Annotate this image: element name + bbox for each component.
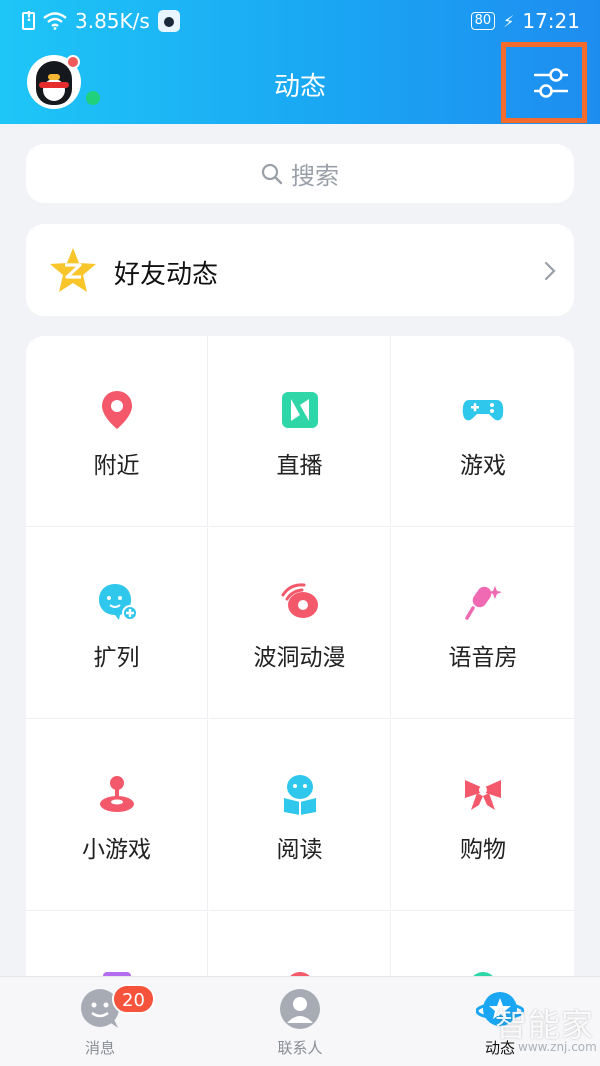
bow-icon: [465, 780, 501, 810]
grid-item-shopping[interactable]: 购物: [392, 720, 574, 911]
add-friend-icon: [98, 584, 138, 621]
grid-item-nearby[interactable]: 附近: [26, 336, 208, 527]
grid-item-bodong-comics[interactable]: 波洞动漫: [209, 528, 391, 719]
filter-settings-button[interactable]: [501, 42, 587, 123]
feed-title: 好友动态: [114, 260, 219, 290]
clock: 17:21: [522, 9, 580, 33]
grid-item-games[interactable]: 游戏: [392, 336, 574, 527]
charging-icon: ⚡: [503, 11, 515, 31]
grid-item-live[interactable]: 直播: [209, 336, 391, 527]
grid-item-kuolie[interactable]: 扩列: [26, 528, 208, 719]
battery-icon: 80: [470, 12, 496, 30]
grid-item-label: 扩列: [93, 645, 140, 671]
wifi-icon: [43, 12, 67, 30]
grid-item-label: 语音房: [448, 645, 518, 671]
status-right: 80 ⚡ 17:21: [470, 9, 580, 33]
grid-item-label: 直播: [276, 453, 323, 479]
grid-item-label: 小游戏: [82, 837, 151, 863]
grid-item-mini-games[interactable]: 小游戏: [26, 720, 208, 911]
live-icon: [281, 392, 318, 428]
watermark-url: www.znj.com: [518, 1040, 597, 1054]
comic-planet-icon: [281, 583, 318, 618]
qzone-star-icon: [50, 248, 96, 292]
unread-badge: 20: [112, 984, 155, 1014]
search-icon: [261, 163, 283, 184]
grid-item-label: 波洞动漫: [253, 645, 346, 671]
feature-grid: 附近 直播 游戏 扩列 波洞动漫 语音房 小游戏 阅读 购物: [26, 336, 574, 1036]
app-notification-icon: [157, 10, 180, 32]
status-bar: 3.85K/s 80 ⚡ 17:21: [0, 0, 600, 42]
sliders-icon: [534, 68, 568, 98]
grid-item-reading[interactable]: 阅读: [209, 720, 391, 911]
location-pin-icon: [101, 391, 132, 429]
alert-icon: [22, 10, 35, 30]
grid-item-label: 购物: [460, 837, 506, 863]
grid-item-label: 游戏: [460, 453, 506, 479]
network-speed: 3.85K/s: [75, 9, 150, 33]
search-bar[interactable]: 搜索: [26, 144, 574, 203]
friend-feed-row[interactable]: 好友动态: [26, 224, 574, 316]
microphone-icon: [465, 586, 502, 620]
contacts-icon: [280, 989, 320, 1029]
grid-item-voice-room[interactable]: 语音房: [392, 528, 574, 719]
joystick-icon: [99, 776, 134, 812]
reading-icon: [283, 775, 316, 815]
tab-label: 消息: [84, 1039, 115, 1057]
chevron-right-icon: [544, 261, 556, 281]
header: 3.85K/s 80 ⚡ 17:21 动态: [0, 0, 600, 124]
search-placeholder: 搜索: [291, 162, 339, 190]
tab-label: 联系人: [277, 1039, 323, 1057]
gamepad-icon: [462, 400, 504, 421]
grid-item-label: 阅读: [276, 837, 323, 863]
status-left: 3.85K/s: [22, 9, 180, 33]
grid-item-label: 附近: [93, 453, 140, 479]
tab-contacts[interactable]: 联系人: [240, 987, 360, 1058]
